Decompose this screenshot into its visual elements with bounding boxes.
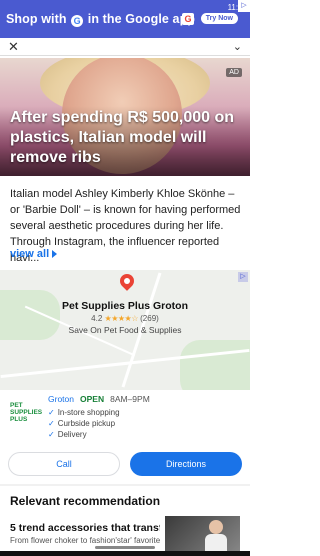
store-name[interactable]: Groton	[48, 394, 74, 404]
star-rating-icon: ★★★★☆	[104, 314, 139, 323]
recommendation-thumbnail[interactable]	[165, 516, 240, 554]
google-g-icon: G	[71, 14, 84, 27]
place-subtitle: Save On Pet Food & Supplies	[68, 325, 182, 335]
store-info[interactable]: PET SUPPLIES PLUS Groton OPEN 8AM–9PM ✓ I…	[0, 392, 250, 444]
place-card: Pet Supplies Plus Groton 4.2 ★★★★☆ (269)…	[0, 300, 250, 335]
pet-supplies-plus-logo: PET SUPPLIES PLUS	[10, 402, 43, 423]
recommendation-heading: Relevant recommendation	[10, 494, 161, 508]
headline[interactable]: After spending R$ 500,000 on plastics, I…	[10, 108, 242, 168]
google-logo-icon: G	[182, 13, 194, 25]
feature-item: ✓ Curbside pickup	[48, 418, 120, 429]
home-indicator[interactable]	[95, 546, 155, 549]
rating-row: 4.2 ★★★★☆ (269)	[0, 314, 250, 323]
feature-item: ✓ Delivery	[48, 429, 120, 440]
feature-label: Curbside pickup	[57, 419, 116, 428]
store-hours: 8AM–9PM	[110, 394, 150, 404]
adchoices-icon[interactable]: ▷	[238, 272, 248, 282]
directions-label: Directions	[165, 459, 206, 469]
adchoices-icon[interactable]: ▷	[238, 0, 250, 12]
directions-button[interactable]: Directions	[130, 452, 242, 476]
rating-value: 4.2	[91, 314, 103, 323]
feature-item: ✓ In-store shopping	[48, 407, 120, 418]
ad-label: AD	[226, 68, 242, 77]
recommendation-item-title[interactable]: 5 trend accessories that transf...	[10, 522, 160, 534]
place-name: Pet Supplies Plus Groton	[61, 300, 188, 312]
map-ad[interactable]: ▷ Pet Supplies Plus Groton 4.2 ★★★★☆ (26…	[0, 270, 250, 390]
view-all-link[interactable]: view all	[10, 248, 58, 260]
chevron-down-icon[interactable]: ⌄	[233, 40, 242, 53]
try-now-label: Try Now	[205, 15, 233, 22]
recommendation-item-subtitle: From flower choker to fashion'star' favo…	[10, 536, 160, 545]
overlay-toolbar: ✕ ⌄	[0, 38, 250, 56]
try-now-button[interactable]: Try Now	[200, 13, 238, 24]
map-pin-dot	[124, 278, 130, 284]
check-icon: ✓	[48, 408, 55, 417]
chevron-right-icon	[52, 250, 58, 258]
store-features: ✓ In-store shopping ✓ Curbside pickup ✓ Del…	[48, 407, 120, 440]
logo-line: SUPPLIES	[10, 409, 43, 416]
feature-label: In-store shopping	[57, 408, 120, 417]
thumbnail-person-head	[209, 520, 223, 534]
system-nav-bar	[0, 551, 250, 556]
banner-title: Shop with G in the Google app	[6, 12, 195, 27]
feature-label: Delivery	[57, 430, 87, 439]
open-status: OPEN	[80, 394, 105, 404]
logo-line: PET	[10, 402, 23, 409]
store-status-line: Groton OPEN 8AM–9PM	[48, 394, 150, 404]
view-all-label: view all	[10, 248, 50, 260]
check-icon: ✓	[48, 430, 55, 439]
map-park	[180, 340, 250, 390]
banner-title-prefix: Shop with	[6, 11, 67, 26]
call-button[interactable]: Call	[8, 452, 120, 476]
section-divider	[0, 484, 250, 486]
banner-title-suffix: in the Google app	[87, 11, 196, 26]
check-icon: ✓	[48, 419, 55, 428]
call-label: Call	[56, 459, 72, 469]
review-count: (269)	[140, 314, 159, 323]
close-icon[interactable]: ✕	[8, 40, 19, 53]
logo-line: PLUS	[10, 416, 28, 423]
